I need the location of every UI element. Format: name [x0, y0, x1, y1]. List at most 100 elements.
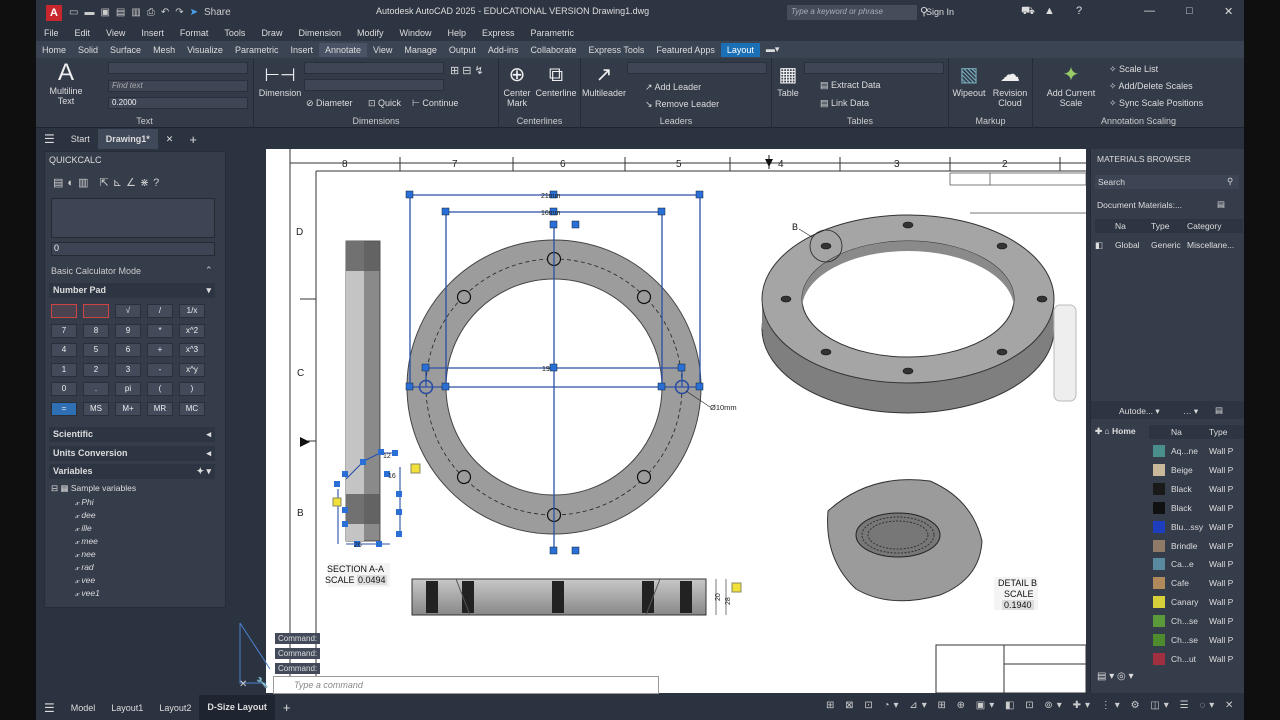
- redo-icon[interactable]: ↷: [175, 7, 183, 18]
- markup-panel-label[interactable]: Markup: [949, 116, 1032, 126]
- library-item-name[interactable]: Brindle: [1171, 541, 1197, 551]
- new-layout-icon[interactable]: +: [275, 700, 299, 715]
- menu-format[interactable]: Format: [180, 28, 209, 38]
- angle-icon[interactable]: ∠: [126, 177, 140, 189]
- web-icon[interactable]: ▥: [131, 7, 140, 18]
- command-close-icon[interactable]: ✕: [239, 679, 247, 690]
- tab-add-ins[interactable]: Add-ins: [482, 43, 525, 57]
- new-icon[interactable]: ▭: [69, 7, 78, 18]
- multiline-text-button[interactable]: A Multiline Text: [46, 60, 86, 107]
- library-item-name[interactable]: Beige: [1171, 465, 1193, 475]
- variable-item[interactable]: 𝓍 vee1: [75, 588, 100, 599]
- search-icon[interactable]: ⚲: [1227, 176, 1233, 187]
- library-item-name[interactable]: Ch...ut: [1171, 654, 1196, 664]
- clear-icon[interactable]: ▤: [53, 177, 67, 189]
- tab-drawing1[interactable]: Drawing1*: [97, 129, 158, 149]
- library-item-name[interactable]: Ca...e: [1171, 559, 1194, 569]
- side-view[interactable]: 20 28: [411, 578, 742, 616]
- command-line-input[interactable]: Type a command: [273, 676, 659, 694]
- calc-key[interactable]: [83, 304, 109, 318]
- tab-visualize[interactable]: Visualize: [181, 43, 229, 57]
- menu-edit[interactable]: Edit: [75, 28, 91, 38]
- variable-item[interactable]: 𝓍 Phi: [75, 497, 94, 508]
- distance-icon[interactable]: ⊾: [113, 177, 126, 189]
- add-leader-button[interactable]: ↗ Add Leader: [645, 82, 701, 93]
- add-current-scale-button[interactable]: ✦ Add Current Scale: [1041, 62, 1101, 108]
- tab-d-size-layout[interactable]: D-Size Layout: [199, 695, 275, 720]
- sign-in-button[interactable]: Sign In: [926, 7, 954, 17]
- library-item-name[interactable]: Ch...se: [1171, 635, 1198, 645]
- calc-key[interactable]: 6: [115, 343, 141, 357]
- calc-key[interactable]: 2: [83, 362, 109, 377]
- leader-style-select[interactable]: [627, 62, 767, 74]
- app-menu-button[interactable]: A: [46, 4, 62, 21]
- library-dropdown[interactable]: Autode... ▾: [1119, 406, 1160, 417]
- section-dim-12[interactable]: 12: [383, 453, 391, 460]
- table-button[interactable]: ▦ Table: [774, 62, 802, 98]
- variable-item[interactable]: 𝓍 dee: [75, 510, 96, 521]
- material-name[interactable]: Global: [1115, 240, 1140, 250]
- open-icon[interactable]: ▬: [84, 7, 94, 18]
- share-icon[interactable]: ➤: [190, 7, 198, 18]
- variable-item[interactable]: 𝓍 ille: [75, 523, 92, 534]
- dim-tools-icon[interactable]: ⊞ ⊟ ↯: [450, 64, 484, 77]
- calc-key[interactable]: /: [147, 304, 173, 318]
- library-item-name[interactable]: Ch...se: [1171, 616, 1198, 626]
- library-view-icon[interactable]: ▤: [1215, 405, 1223, 416]
- side-dim-28[interactable]: 28: [725, 597, 732, 605]
- column-category[interactable]: Category: [1187, 221, 1222, 231]
- plot-icon[interactable]: ⎙: [147, 7, 155, 18]
- minimize-icon[interactable]: —: [1144, 5, 1155, 17]
- section-dim-16[interactable]: 16: [388, 473, 396, 480]
- tab-layout1[interactable]: Layout1: [103, 703, 151, 713]
- variable-item[interactable]: 𝓍 mee: [75, 536, 98, 547]
- view-options-icon[interactable]: ▤: [1217, 199, 1225, 210]
- variable-item[interactable]: 𝓍 vee: [75, 575, 95, 586]
- calc-key[interactable]: [51, 304, 77, 318]
- calc-key[interactable]: .: [83, 382, 109, 396]
- diameter-button[interactable]: ⊘ Diameter: [306, 98, 353, 109]
- variable-item[interactable]: 𝓍 nee: [75, 549, 96, 560]
- calc-key[interactable]: M+: [115, 401, 141, 416]
- text-panel-label[interactable]: Text: [36, 116, 253, 126]
- undo-icon[interactable]: ↶: [161, 7, 169, 18]
- help-icon[interactable]: ?: [153, 177, 163, 189]
- menu-file[interactable]: File: [44, 28, 59, 38]
- calc-key[interactable]: 1/x: [179, 304, 205, 318]
- menu-view[interactable]: View: [106, 28, 125, 38]
- library-item-name[interactable]: Cafe: [1171, 578, 1189, 588]
- calc-key[interactable]: +: [147, 343, 173, 357]
- dim-16[interactable]: 16mm: [541, 210, 561, 217]
- dimensions-panel-label[interactable]: Dimensions: [254, 116, 498, 126]
- menu-tools[interactable]: Tools: [224, 28, 245, 38]
- maximize-icon[interactable]: □: [1186, 5, 1193, 17]
- annotation-scaling-panel-label[interactable]: Annotation Scaling: [1033, 116, 1244, 126]
- document-materials-label[interactable]: Document Materials:...: [1097, 200, 1182, 210]
- cart-icon[interactable]: ⛟: [1021, 5, 1035, 19]
- lib-column-name[interactable]: Na: [1171, 427, 1182, 437]
- collapse-icon[interactable]: ⌃: [205, 265, 213, 276]
- tab-parametric[interactable]: Parametric: [229, 43, 285, 57]
- help-icon[interactable]: ?: [1076, 5, 1082, 17]
- tab-layout2[interactable]: Layout2: [151, 703, 199, 713]
- calc-key[interactable]: =: [51, 401, 77, 416]
- materials-search-input[interactable]: Search ⚲: [1095, 175, 1239, 189]
- hole-diameter-dim[interactable]: Ø10mm: [710, 403, 737, 412]
- tab-model[interactable]: Model: [63, 703, 104, 713]
- calc-key[interactable]: *: [147, 323, 173, 338]
- close-icon[interactable]: ✕: [1224, 5, 1233, 18]
- dim-style-select[interactable]: [304, 62, 444, 74]
- lib-column-type[interactable]: Type: [1209, 427, 1227, 437]
- menu-express[interactable]: Express: [482, 28, 515, 38]
- tab-surface[interactable]: Surface: [104, 43, 147, 57]
- library-item-name[interactable]: Black: [1171, 503, 1192, 513]
- calc-key[interactable]: 0: [51, 382, 77, 396]
- scale-list-button[interactable]: ✧ Scale List: [1109, 64, 1158, 75]
- revision-cloud-button[interactable]: ☁ Revision Cloud: [989, 62, 1031, 108]
- paste-icon[interactable]: ▥: [78, 177, 92, 189]
- menu-draw[interactable]: Draw: [261, 28, 282, 38]
- tab-home[interactable]: Home: [36, 43, 72, 57]
- calc-key[interactable]: 5: [83, 343, 109, 357]
- column-name[interactable]: Na: [1115, 221, 1126, 231]
- calc-key[interactable]: 1: [51, 362, 77, 377]
